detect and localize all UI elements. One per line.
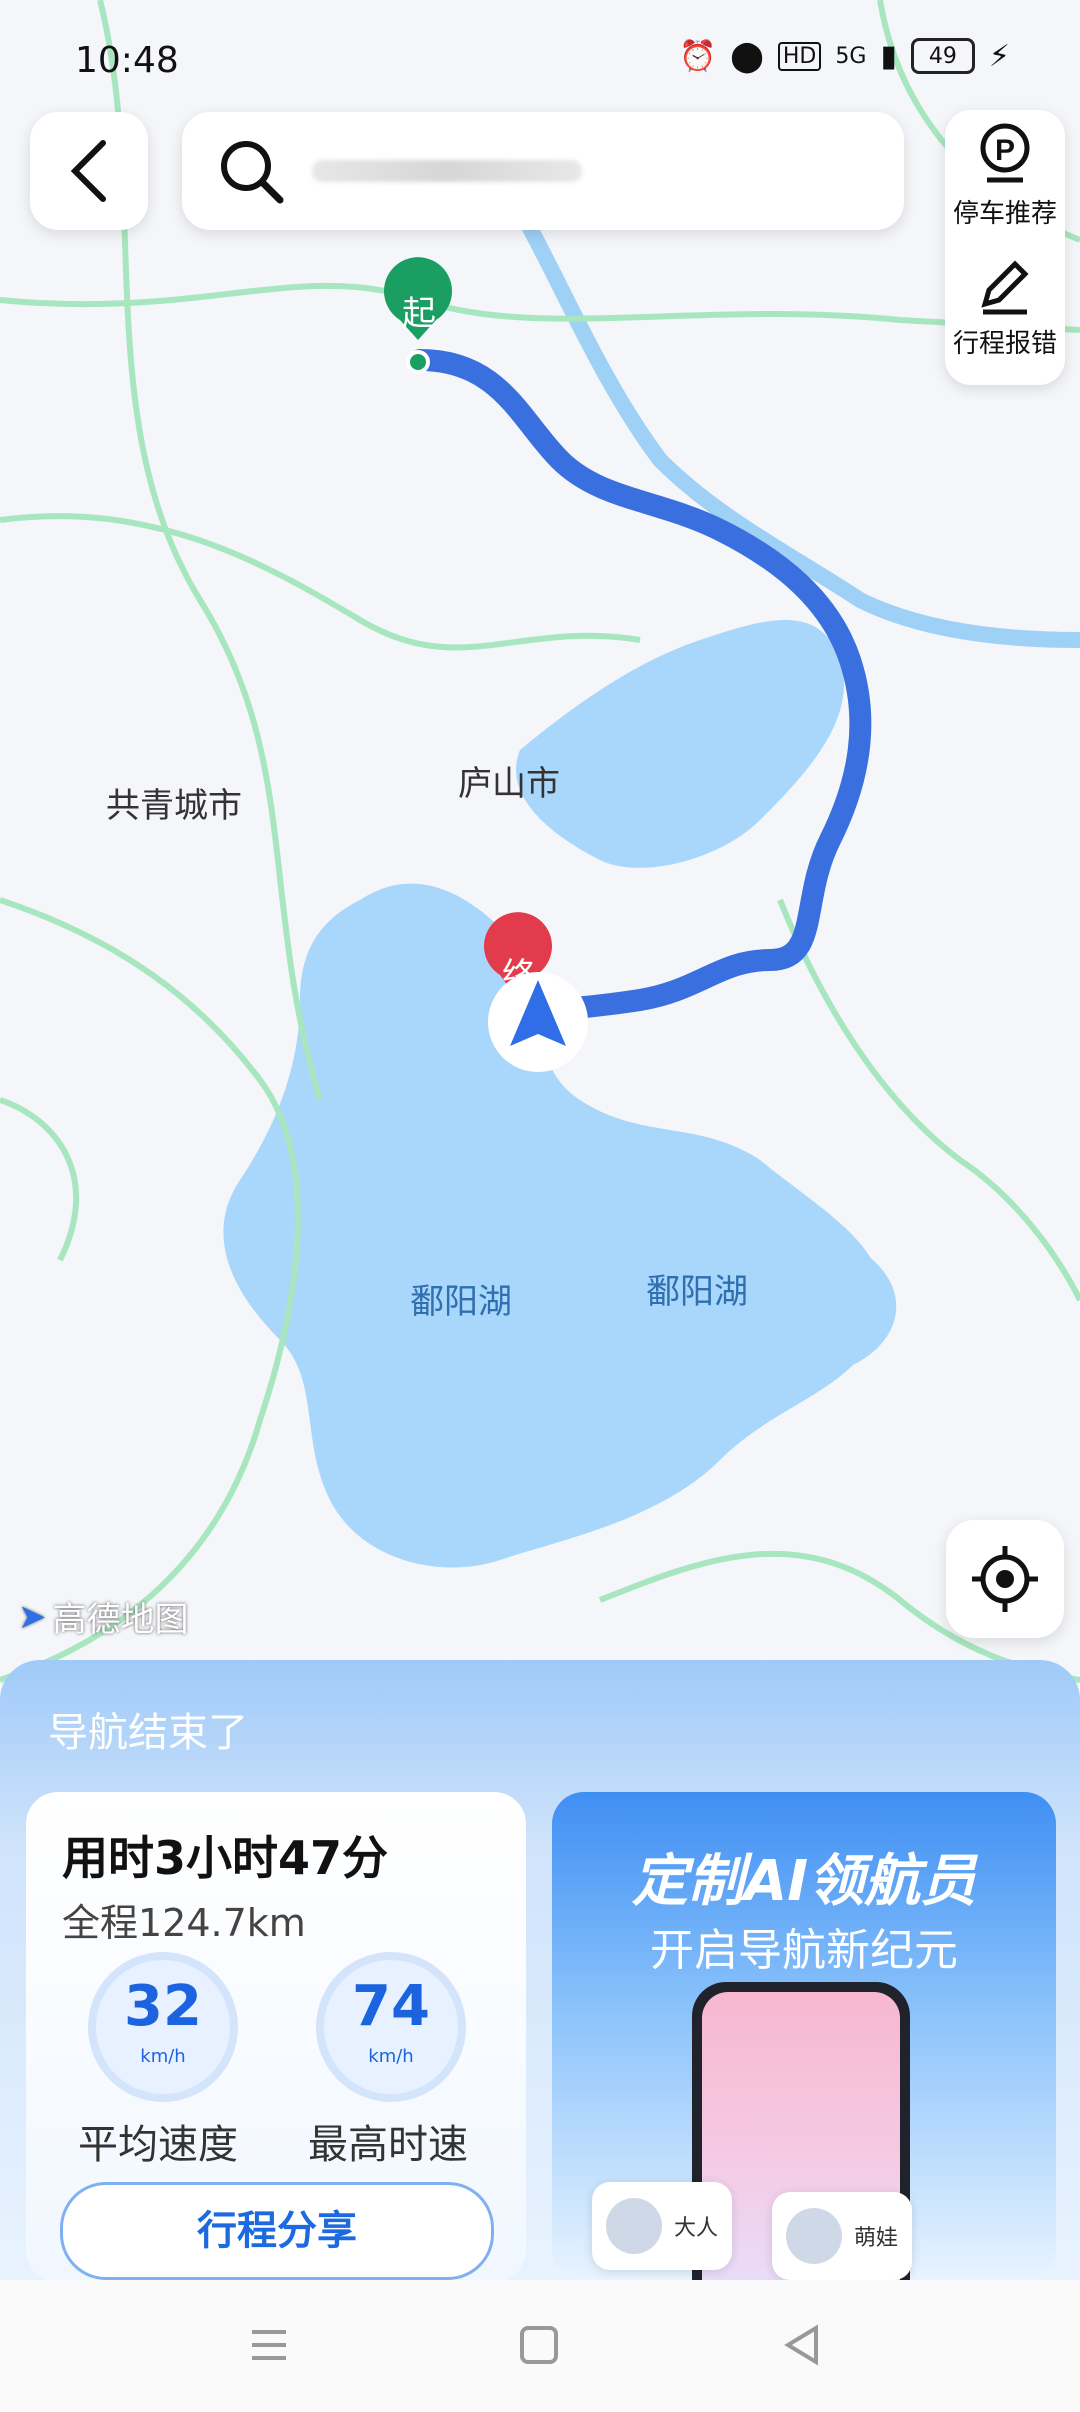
promo-headline: 定制AI领航员 bbox=[631, 1849, 977, 1914]
trip-report-label: 行程报错 bbox=[952, 329, 1057, 359]
avg-speed-gauge: 32 km/h bbox=[88, 1952, 238, 2102]
avg-speed-unit: km/h bbox=[140, 2046, 186, 2067]
map-label-gongqing: 共青城市 bbox=[106, 786, 242, 826]
signal-bars-icon: ▮ bbox=[880, 38, 897, 74]
home-square-icon[interactable] bbox=[516, 2322, 562, 2368]
crosshair-icon bbox=[972, 1546, 1038, 1612]
promo-chip-kid: 萌娃 bbox=[772, 2192, 913, 2280]
trip-duration: 用时3小时47分 bbox=[62, 1831, 389, 1885]
back-button[interactable] bbox=[30, 112, 148, 230]
map-label-lake-1: 鄱阳湖 bbox=[410, 1282, 512, 1322]
promo-chip-adult-label: 大人 bbox=[674, 2216, 719, 2241]
gaode-logo: ➤ 高德地图 bbox=[18, 1592, 189, 1641]
location-pin-icon: ⬤ bbox=[730, 38, 764, 74]
promo-chip-adult: 大人 bbox=[592, 2182, 733, 2270]
status-time: 10:48 bbox=[75, 40, 179, 81]
ai-navigator-promo-card[interactable]: 定制AI领航员 开启导航新纪元 大人 萌娃 bbox=[552, 1792, 1056, 2282]
max-speed-gauge: 74 km/h bbox=[316, 1952, 466, 2102]
search-icon bbox=[221, 141, 284, 204]
avatar bbox=[786, 2208, 842, 2264]
charging-icon: ⚡ bbox=[988, 38, 1010, 74]
search-bar[interactable] bbox=[182, 112, 904, 230]
avatar bbox=[606, 2198, 662, 2254]
logo-arrow-icon: ➤ bbox=[18, 1596, 47, 1637]
pencil-icon bbox=[981, 260, 1029, 315]
parking-recommend-button[interactable]: P 停车推荐 bbox=[945, 122, 1065, 230]
max-speed-value: 74 bbox=[352, 1974, 430, 2039]
trip-distance: 全程124.7km bbox=[62, 1901, 306, 1945]
side-tools-panel: P 停车推荐 行程报错 bbox=[945, 110, 1065, 385]
promo-subline: 开启导航新纪元 bbox=[650, 1925, 958, 1976]
map-label-lushan: 庐山市 bbox=[458, 764, 560, 804]
svg-text:P: P bbox=[995, 134, 1015, 167]
parking-icon: P bbox=[980, 123, 1030, 183]
status-icons: ⏰ ⬤ HD 5G ▮ 49 ⚡ bbox=[679, 38, 1010, 74]
alarm-icon: ⏰ bbox=[678, 38, 717, 74]
navigation-ended-title: 导航结束了 bbox=[48, 1710, 248, 1756]
map-label-lake-2: 鄱阳湖 bbox=[646, 1272, 748, 1312]
max-speed-label: 最高时速 bbox=[308, 2122, 468, 2168]
trip-stats-card: 用时3小时47分 全程124.7km 32 km/h 平均速度 74 km/h … bbox=[26, 1792, 526, 2282]
hd-badge: HD bbox=[777, 41, 822, 71]
end-marker-label: 终 bbox=[502, 956, 536, 996]
chevron-left-icon bbox=[70, 140, 106, 202]
avg-speed-value: 32 bbox=[124, 1974, 202, 2039]
menu-icon[interactable] bbox=[246, 2322, 292, 2368]
map-view[interactable]: 起 终 共青城市 庐山市 鄱阳湖 鄱阳湖 ➤ 高德地图 bbox=[0, 0, 1080, 1700]
promo-chip-kid-label: 萌娃 bbox=[854, 2226, 899, 2251]
trip-report-button[interactable]: 行程报错 bbox=[945, 252, 1065, 360]
map-canvas bbox=[0, 0, 1080, 1683]
max-speed-unit: km/h bbox=[368, 2046, 414, 2067]
signal-5g-label: 5G bbox=[835, 43, 867, 69]
search-query-blurred bbox=[312, 160, 582, 182]
avg-speed-label: 平均速度 bbox=[78, 2122, 238, 2168]
status-bar: 10:48 ⏰ ⬤ HD 5G ▮ 49 ⚡ bbox=[0, 0, 1080, 110]
system-nav-bar bbox=[0, 2280, 1080, 2412]
back-triangle-icon[interactable] bbox=[780, 2322, 826, 2368]
locate-me-button[interactable] bbox=[946, 1520, 1064, 1638]
logo-text: 高德地图 bbox=[52, 1600, 189, 1640]
trip-summary-panel: 导航结束了 用时3小时47分 全程124.7km 32 km/h 平均速度 74… bbox=[0, 1660, 1080, 2282]
battery-indicator: 49 bbox=[910, 38, 975, 74]
start-marker-label: 起 bbox=[402, 294, 436, 334]
parking-label: 停车推荐 bbox=[952, 199, 1057, 229]
trip-share-button[interactable]: 行程分享 bbox=[60, 2182, 494, 2280]
